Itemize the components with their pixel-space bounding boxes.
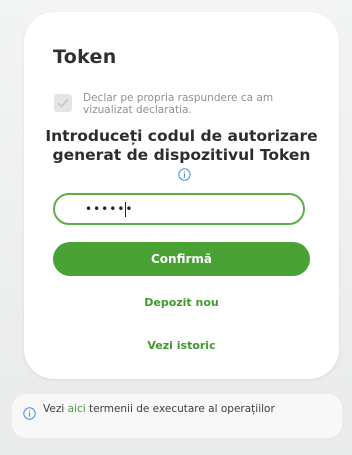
token-card: Token Declar pe propria raspundere ca am… <box>24 12 339 379</box>
declaration-checkbox[interactable] <box>54 94 72 112</box>
confirm-button[interactable]: Confirmă <box>53 242 310 276</box>
page-title: Token <box>53 46 117 68</box>
declaration-row[interactable]: Declar pe propria raspundere ca am vizua… <box>54 92 316 122</box>
instruction-text: Introduceți codul de autorizare generat … <box>45 127 318 164</box>
page: Token Declar pe propria raspundere ca am… <box>0 0 352 455</box>
text-caret <box>125 202 126 217</box>
new-deposit-link[interactable]: Depozit nou <box>48 296 315 309</box>
info-icon <box>23 405 36 424</box>
instruction-heading: Introduceți codul de autorizare generat … <box>44 127 319 186</box>
authorization-code-value: •••••• <box>85 202 134 216</box>
declaration-text: Declar pe propria raspundere ca am vizua… <box>83 92 274 116</box>
view-history-link[interactable]: Vezi istoric <box>48 339 315 352</box>
terms-notice: Vezi aici termenii de executare al opera… <box>12 394 342 438</box>
terms-prefix: Vezi <box>43 403 65 415</box>
terms-suffix: termenii de executare al operațiilor <box>89 403 275 415</box>
terms-link[interactable]: aici <box>68 403 86 415</box>
terms-text: Vezi aici termenii de executare al opera… <box>43 403 313 416</box>
check-icon <box>57 98 69 108</box>
authorization-code-field[interactable]: •••••• <box>53 193 305 225</box>
info-icon[interactable] <box>178 167 191 186</box>
